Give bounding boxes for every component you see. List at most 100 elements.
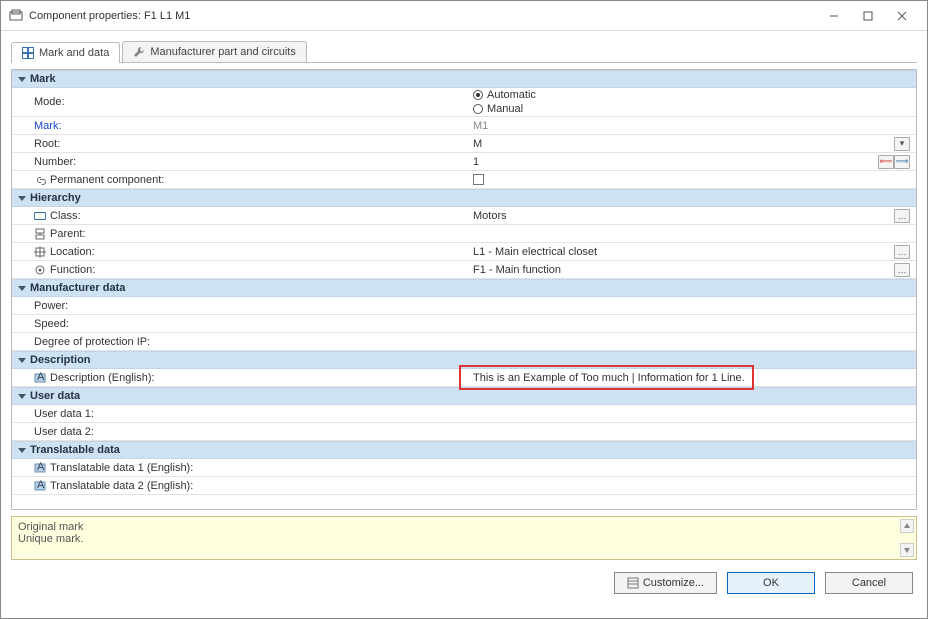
radio-dot-icon [473, 104, 483, 114]
browse-button[interactable]: … [894, 245, 910, 259]
property-grid: Mark Mode: Automatic Manual Mark: M1 Roo… [11, 69, 917, 510]
tab-manufacturer-part[interactable]: Manufacturer part and circuits [122, 41, 307, 62]
customize-icon [627, 577, 639, 589]
section-title: Hierarchy [30, 192, 81, 204]
close-button[interactable] [885, 5, 919, 27]
chevron-down-icon [18, 196, 26, 201]
section-title: Mark [30, 73, 56, 85]
next-number-button[interactable]: ⟹ [894, 155, 910, 169]
radio-label: Automatic [487, 89, 536, 101]
text-location: L1 - Main electrical closet [473, 246, 597, 258]
titlebar: Component properties: F1 L1 M1 [1, 1, 927, 31]
radio-automatic[interactable]: Automatic [473, 89, 536, 101]
text-number: 1 [473, 156, 479, 168]
value-permanent[interactable] [467, 171, 916, 188]
section-user-data[interactable]: User data [12, 387, 916, 405]
link-icon [34, 174, 46, 186]
label-power: Power: [12, 297, 467, 314]
browse-button[interactable]: … [894, 263, 910, 277]
row-root: Root: M ▾ [12, 135, 916, 153]
text-function-label: Function: [50, 264, 95, 276]
hint-line-2: Unique mark. [18, 533, 910, 545]
radio-label: Manual [487, 103, 523, 115]
browse-button[interactable]: … [894, 209, 910, 223]
value-parent[interactable] [467, 225, 916, 242]
row-user-data-2: User data 2: [12, 423, 916, 441]
section-title: Translatable data [30, 444, 120, 456]
value-user-data-2[interactable] [467, 423, 916, 440]
maximize-button[interactable] [851, 5, 885, 27]
row-description-en: A Description (English): This is an Exam… [12, 369, 916, 387]
value-function[interactable]: F1 - Main function … [467, 261, 916, 278]
label-number: Number: [12, 153, 467, 170]
grid-spacer [12, 495, 916, 509]
row-power: Power: [12, 297, 916, 315]
label-trans-1: A Translatable data 1 (English): [12, 459, 467, 476]
radio-manual[interactable]: Manual [473, 103, 523, 115]
text-function: F1 - Main function [473, 264, 561, 276]
section-manufacturer-data[interactable]: Manufacturer data [12, 279, 916, 297]
checkbox-permanent[interactable] [473, 174, 484, 185]
hint-line-1: Original mark [18, 521, 910, 533]
cancel-button[interactable]: Cancel [825, 572, 913, 594]
label-function: Function: [12, 261, 467, 278]
value-speed[interactable] [467, 315, 916, 332]
grid-icon [22, 47, 34, 59]
text-icon: A [34, 480, 46, 492]
label-mark[interactable]: Mark: [12, 117, 467, 134]
text-trans-1-label: Translatable data 1 (English): [50, 462, 193, 474]
value-user-data-1[interactable] [467, 405, 916, 422]
label-mode: Mode: [12, 88, 467, 116]
section-mark[interactable]: Mark [12, 70, 916, 88]
label-user-data-1: User data 1: [12, 405, 467, 422]
value-power[interactable] [467, 297, 916, 314]
row-permanent: Permanent component: [12, 171, 916, 189]
tab-mark-and-data[interactable]: Mark and data [11, 42, 120, 63]
text-root: M [473, 138, 482, 150]
value-ip[interactable] [467, 333, 916, 350]
label-location: Location: [12, 243, 467, 260]
dropdown-button[interactable]: ▾ [894, 137, 910, 151]
hint-panel: Original mark Unique mark. [11, 516, 917, 560]
minimize-button[interactable] [817, 5, 851, 27]
content-area: Mark and data Manufacturer part and circ… [1, 31, 927, 618]
value-class[interactable]: Motors … [467, 207, 916, 224]
row-trans-1: A Translatable data 1 (English): [12, 459, 916, 477]
scroll-down-button[interactable] [900, 543, 914, 557]
label-class: Class: [12, 207, 467, 224]
function-icon [34, 264, 46, 276]
customize-button[interactable]: Customize... [614, 572, 717, 594]
text-parent-label: Parent: [50, 228, 85, 240]
scroll-up-button[interactable] [900, 519, 914, 533]
row-parent: Parent: [12, 225, 916, 243]
value-description-en[interactable]: This is an Example of Too much | Informa… [467, 369, 916, 386]
app-icon [9, 9, 23, 23]
text-class-label: Class: [50, 210, 81, 222]
label-ip: Degree of protection IP: [12, 333, 467, 350]
chevron-down-icon [18, 394, 26, 399]
section-description[interactable]: Description [12, 351, 916, 369]
value-location[interactable]: L1 - Main electrical closet … [467, 243, 916, 260]
row-user-data-1: User data 1: [12, 405, 916, 423]
value-mode: Automatic Manual [467, 88, 916, 116]
row-trans-2: A Translatable data 2 (English): [12, 477, 916, 495]
text-icon: A [34, 462, 46, 474]
value-mark: M1 [467, 117, 916, 134]
section-translatable-data[interactable]: Translatable data [12, 441, 916, 459]
row-mark: Mark: M1 [12, 117, 916, 135]
value-trans-2[interactable] [467, 477, 916, 494]
prev-number-button[interactable]: ⟸ [878, 155, 894, 169]
row-ip: Degree of protection IP: [12, 333, 916, 351]
value-trans-1[interactable] [467, 459, 916, 476]
row-number: Number: 1 ⟸ ⟹ [12, 153, 916, 171]
value-root[interactable]: M ▾ [467, 135, 916, 152]
label-root: Root: [12, 135, 467, 152]
window-title: Component properties: F1 L1 M1 [29, 10, 817, 22]
section-hierarchy[interactable]: Hierarchy [12, 189, 916, 207]
text-description-en: This is an Example of Too much | Informa… [473, 372, 745, 384]
row-function: Function: F1 - Main function … [12, 261, 916, 279]
ok-button[interactable]: OK [727, 572, 815, 594]
dialog-button-row: Customize... OK Cancel [11, 566, 917, 596]
value-number[interactable]: 1 ⟸ ⟹ [467, 153, 916, 170]
row-mode: Mode: Automatic Manual [12, 88, 916, 117]
